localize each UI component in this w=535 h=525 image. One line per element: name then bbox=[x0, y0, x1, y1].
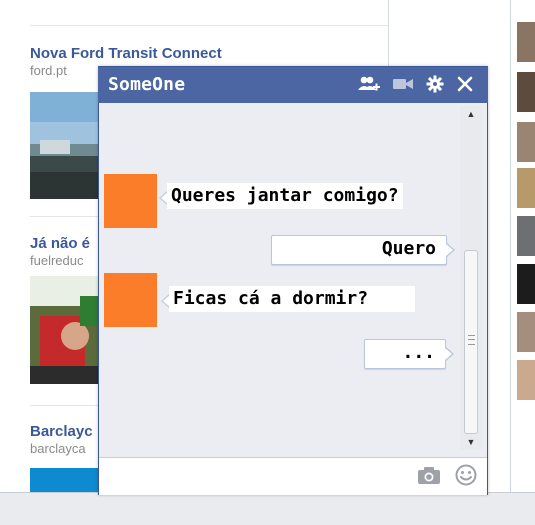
friend-thumbnail[interactable] bbox=[517, 168, 535, 208]
settings-gear-icon[interactable] bbox=[426, 75, 444, 98]
scroll-up-arrow-icon[interactable]: ▲ bbox=[460, 106, 482, 122]
friend-thumbnail[interactable] bbox=[517, 216, 535, 256]
add-friend-icon[interactable] bbox=[358, 75, 380, 98]
friend-thumbnail[interactable] bbox=[517, 72, 535, 112]
bottom-chat-bar bbox=[0, 492, 535, 525]
feed-divider bbox=[30, 25, 388, 26]
ad-title[interactable]: Nova Ford Transit Connect bbox=[30, 45, 370, 62]
message-composer bbox=[99, 457, 487, 495]
friend-thumbnail[interactable] bbox=[517, 122, 535, 162]
scroll-down-arrow-icon[interactable]: ▼ bbox=[460, 434, 482, 450]
feed-top-spacer bbox=[30, 0, 388, 24]
close-icon[interactable] bbox=[457, 75, 473, 98]
chat-scrollbar[interactable]: ▲ ▼ bbox=[460, 106, 482, 450]
friend-thumbnail[interactable] bbox=[517, 264, 535, 304]
scroll-track[interactable] bbox=[464, 122, 478, 434]
scroll-grip-icon bbox=[468, 335, 475, 345]
outgoing-message: ... bbox=[364, 339, 454, 369]
avatar[interactable] bbox=[104, 174, 157, 228]
message-thread[interactable]: Queres jantar comigo? Quero Ficas cá a d… bbox=[99, 102, 487, 457]
outgoing-message: Quero bbox=[271, 235, 455, 265]
friend-thumbnail[interactable] bbox=[517, 22, 535, 62]
incoming-message: Queres jantar comigo? bbox=[159, 183, 403, 209]
emoji-icon[interactable] bbox=[455, 464, 477, 491]
video-call-icon[interactable] bbox=[393, 75, 413, 98]
friend-thumbnail[interactable] bbox=[517, 360, 535, 400]
chat-title[interactable]: SomeOne bbox=[108, 74, 185, 95]
friend-thumbnail[interactable] bbox=[517, 312, 535, 352]
message-input[interactable] bbox=[105, 464, 409, 490]
friend-thumbnails-strip bbox=[510, 0, 535, 492]
avatar[interactable] bbox=[104, 273, 157, 327]
chat-header[interactable]: SomeOne bbox=[98, 66, 488, 103]
chat-window: SomeOne Queres jantar comigo? Quero Fica… bbox=[98, 66, 488, 495]
scroll-thumb[interactable] bbox=[464, 250, 478, 434]
incoming-message: Ficas cá a dormir? bbox=[161, 286, 415, 312]
camera-icon[interactable] bbox=[417, 464, 441, 491]
